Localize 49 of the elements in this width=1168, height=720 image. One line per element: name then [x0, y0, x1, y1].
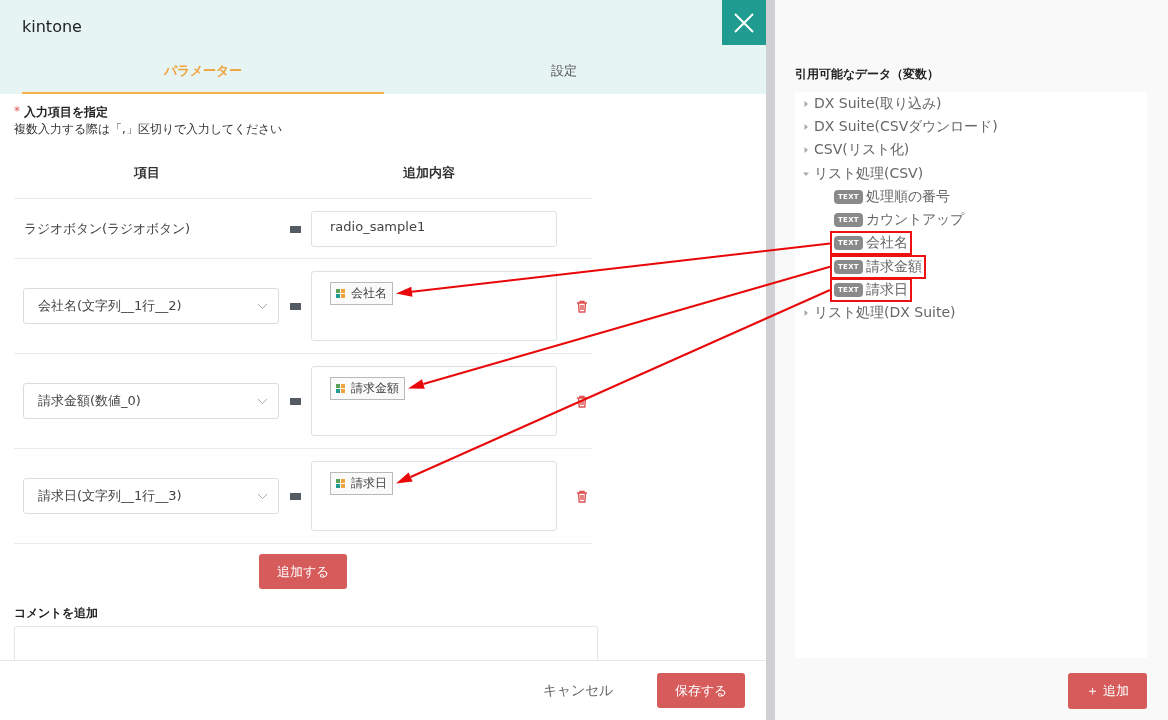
caret-right-icon[interactable]	[803, 123, 809, 130]
field-select[interactable]: 請求金額(数値_0)	[23, 383, 279, 419]
comment-label: コメントを追加	[14, 605, 99, 622]
square-icon	[290, 302, 301, 310]
trash-icon[interactable]	[576, 299, 588, 313]
chevron-down-icon	[257, 492, 268, 500]
grid-icon	[336, 383, 346, 394]
tab[interactable]: 設定	[383, 50, 745, 94]
grid-icon	[336, 288, 346, 299]
value-field[interactable]: 会社名	[311, 271, 557, 341]
trash-icon[interactable]	[576, 489, 588, 503]
caret-down-icon[interactable]	[803, 170, 809, 177]
column-header: 追加内容	[401, 164, 456, 182]
value-field[interactable]: radio_sample1	[311, 211, 557, 247]
field-select[interactable]: 請求日(文字列__1行__3)	[23, 478, 279, 514]
square-icon	[290, 492, 301, 500]
square-icon	[290, 225, 301, 233]
variable-tag[interactable]: 会社名	[330, 282, 393, 305]
field-select[interactable]: 会社名(文字列__1行__2)	[23, 288, 279, 324]
add-button[interactable]: ＋ 追加	[1067, 673, 1147, 709]
trash-icon[interactable]	[576, 394, 588, 408]
tree-item[interactable]: リスト処理(CSV)	[803, 161, 1147, 186]
save-button[interactable]: 保存する	[657, 673, 745, 708]
window-title: kintone	[21, 16, 82, 38]
hint-text: 複数入力する際は「,」区切りで入力してください	[14, 121, 283, 138]
variable-tag[interactable]: 請求金額	[330, 377, 405, 400]
close-icon	[734, 12, 754, 33]
chevron-down-icon	[257, 302, 268, 310]
column-header: 項目	[132, 164, 161, 182]
section-title: 入力項目を指定	[24, 104, 108, 121]
value-field[interactable]: 請求日	[311, 461, 557, 531]
chevron-down-icon	[257, 397, 268, 405]
caret-right-icon[interactable]	[803, 147, 809, 154]
required-mark: *	[14, 104, 20, 120]
field-label: ラジオボタン(ラジオボタン)	[23, 220, 192, 238]
tree-item[interactable]: DX Suite(CSVダウンロード)	[803, 115, 1147, 139]
caret-right-icon[interactable]	[803, 100, 809, 107]
grid-icon	[336, 478, 346, 489]
variable-tag[interactable]: 請求日	[330, 472, 393, 495]
tree-item[interactable]: リスト処理(DX Suite)	[803, 301, 1147, 325]
cancel-button[interactable]: キャンセル	[537, 680, 619, 701]
square-icon	[290, 397, 301, 405]
caret-right-icon[interactable]	[803, 310, 809, 317]
add-row-button[interactable]: 追加する	[259, 554, 347, 589]
panel-title: 引用可能なデータ（変数）	[795, 66, 940, 83]
close-button[interactable]	[722, 0, 766, 45]
value-field[interactable]: 請求金額	[311, 366, 557, 436]
tree-item[interactable]: CSV(リスト化)	[803, 138, 1147, 162]
tree-item[interactable]: DX Suite(取り込み)	[803, 92, 1147, 116]
